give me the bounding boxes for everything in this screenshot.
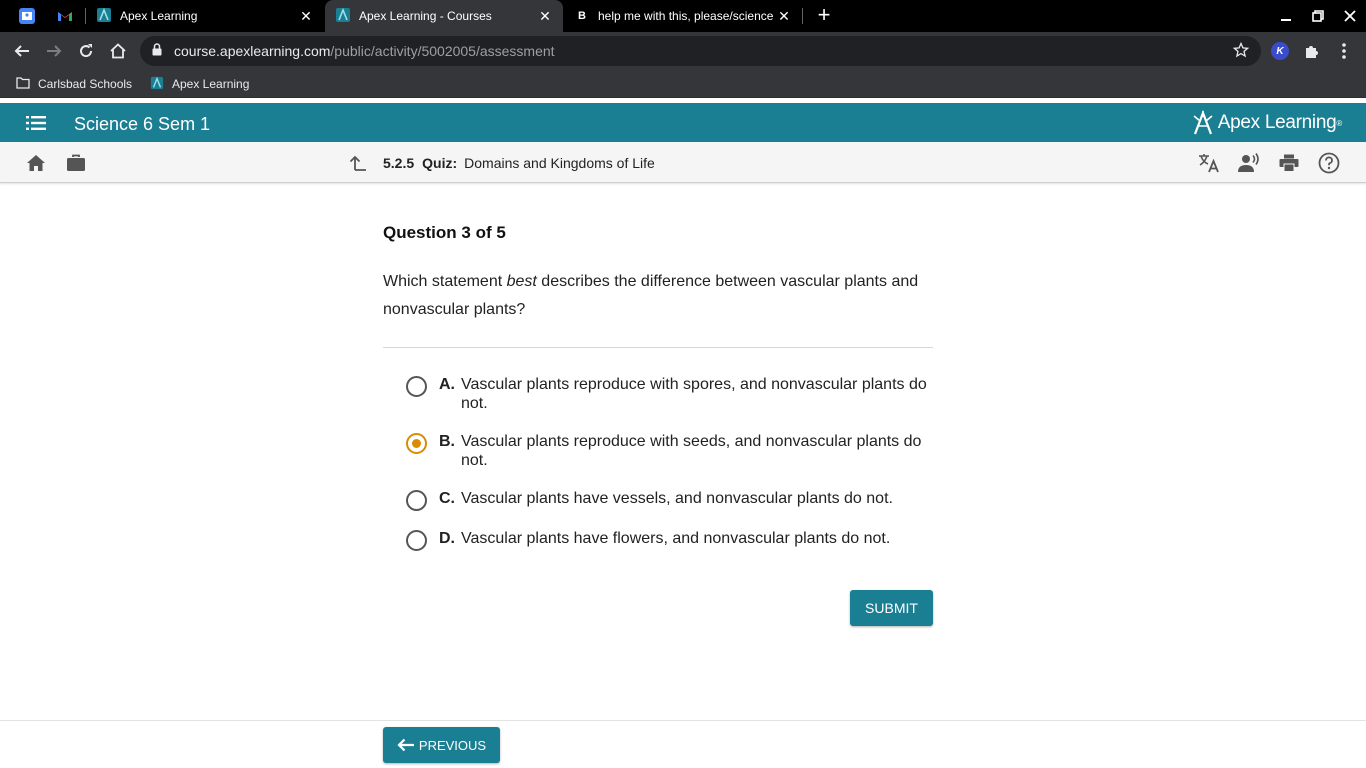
url-text: course.apexlearning.com/public/activity/… xyxy=(174,43,555,59)
tab-brainly[interactable]: B help me with this, please/science ✕ xyxy=(564,0,802,32)
print-icon[interactable] xyxy=(1278,152,1300,174)
course-menu-icon[interactable] xyxy=(26,116,46,130)
extension-k-label: K xyxy=(1271,42,1289,60)
choice-letter: B. xyxy=(439,433,455,450)
close-window-icon[interactable] xyxy=(1334,0,1366,32)
minimize-icon[interactable] xyxy=(1270,0,1302,32)
read-aloud-icon[interactable] xyxy=(1238,152,1260,174)
bookmark-carlsbad-schools[interactable]: Carlsbad Schools xyxy=(16,75,132,93)
choice-text: Vascular plants reproduce with seeds, an… xyxy=(461,433,922,469)
back-icon[interactable] xyxy=(8,37,36,65)
apex-favicon xyxy=(335,7,351,26)
help-icon[interactable] xyxy=(1318,152,1340,174)
apex-favicon xyxy=(96,7,112,26)
brand-mark: ® xyxy=(1336,118,1342,128)
choice-letter: A. xyxy=(439,376,455,393)
pinned-tab-classroom[interactable] xyxy=(8,0,46,32)
activity-name: Domains and Kingdoms of Life xyxy=(464,155,655,171)
choice-text: Vascular plants have flowers, and nonvas… xyxy=(461,530,891,547)
choice-letter: C. xyxy=(439,490,455,507)
choice-text: Vascular plants reproduce with spores, a… xyxy=(461,376,927,412)
lock-icon[interactable] xyxy=(152,43,162,61)
answer-choice-c[interactable]: C. Vascular plants have vessels, and non… xyxy=(406,489,936,511)
previous-button[interactable]: PREVIOUS xyxy=(383,727,500,763)
forward-icon[interactable] xyxy=(40,37,68,65)
extensions-puzzle-icon[interactable] xyxy=(1300,39,1324,63)
new-tab-icon[interactable]: + xyxy=(812,4,836,28)
browser-tab-strip: Apex Learning ✕ Apex Learning - Courses … xyxy=(0,0,1366,32)
apex-logo-icon xyxy=(1193,110,1213,135)
tab-apex-learning[interactable]: Apex Learning ✕ xyxy=(86,0,324,32)
activity-toolbar: 5.2.5 Quiz: Domains and Kingdoms of Life xyxy=(0,142,1366,183)
answer-choice-d[interactable]: D. Vascular plants have flowers, and non… xyxy=(406,529,936,551)
up-level-icon[interactable] xyxy=(347,152,369,174)
bookmark-apex-learning[interactable]: Apex Learning xyxy=(150,75,249,93)
bookmark-label: Carlsbad Schools xyxy=(38,77,133,91)
submit-button[interactable]: SUBMIT xyxy=(850,590,933,626)
previous-label: PREVIOUS xyxy=(418,737,487,753)
question-emphasis: best xyxy=(506,273,537,290)
tab-title: Apex Learning xyxy=(120,9,198,23)
url-host: course.apexlearning.com xyxy=(174,43,331,59)
bookmark-star-icon[interactable] xyxy=(1232,41,1250,63)
pinned-tab-gmail[interactable] xyxy=(46,0,84,32)
close-tab-icon[interactable]: ✕ xyxy=(776,8,792,25)
choice-letter: D. xyxy=(439,530,455,547)
answer-choice-b[interactable]: B. Vascular plants reproduce with seeds,… xyxy=(406,432,936,470)
brainly-favicon: B xyxy=(578,10,586,22)
divider xyxy=(383,347,933,348)
activity-number: 5.2.5 xyxy=(383,155,415,171)
question-text: Which statement best describes the diffe… xyxy=(383,268,943,324)
home-icon[interactable] xyxy=(25,152,47,174)
google-classroom-icon xyxy=(19,8,35,24)
tab-apex-courses[interactable]: Apex Learning - Courses ✕ xyxy=(325,0,563,32)
home-icon[interactable] xyxy=(104,37,132,65)
radio-button[interactable] xyxy=(406,530,427,551)
question-counter: Question 3 of 5 xyxy=(383,223,506,242)
brand-name: Apex Learning xyxy=(1217,112,1337,133)
arrow-left-icon xyxy=(397,738,414,752)
question-text-part: Which statement xyxy=(383,273,507,290)
course-title: Science 6 Sem 1 xyxy=(74,114,211,134)
apex-learning-logo: Apex Learning ® xyxy=(1192,110,1342,136)
extension-k-icon[interactable]: K xyxy=(1268,39,1292,63)
translate-icon[interactable] xyxy=(1198,152,1220,174)
radio-button[interactable] xyxy=(406,376,427,397)
activity-kind: Quiz: xyxy=(422,155,458,171)
bookmarks-bar: Carlsbad Schools Apex Learning xyxy=(0,70,1366,98)
radio-button-selected[interactable] xyxy=(406,433,427,454)
course-header: Science 6 Sem 1 Apex Learning ® xyxy=(0,103,1366,142)
apex-favicon xyxy=(150,76,164,93)
reload-icon[interactable] xyxy=(72,37,100,65)
gmail-icon xyxy=(57,8,73,24)
tab-title: help me with this, please/science xyxy=(598,9,774,23)
footer-nav: PREVIOUS xyxy=(0,720,1366,768)
url-path: /public/activity/5002005/assessment xyxy=(330,43,555,59)
folder-icon xyxy=(16,76,30,92)
tab-title: Apex Learning - Courses xyxy=(359,9,492,23)
restore-icon[interactable] xyxy=(1302,0,1334,32)
bookmark-label: Apex Learning xyxy=(172,77,250,91)
address-bar[interactable]: course.apexlearning.com/public/activity/… xyxy=(140,36,1261,66)
browser-menu-icon[interactable] xyxy=(1332,39,1356,63)
browser-toolbar: course.apexlearning.com/public/activity/… xyxy=(0,32,1366,70)
briefcase-icon[interactable] xyxy=(65,152,87,174)
close-tab-icon[interactable]: ✕ xyxy=(537,8,553,25)
radio-button[interactable] xyxy=(406,490,427,511)
close-tab-icon[interactable]: ✕ xyxy=(298,8,314,25)
answer-choice-a[interactable]: A. Vascular plants reproduce with spores… xyxy=(406,375,936,413)
breadcrumb: 5.2.5 Quiz: Domains and Kingdoms of Life xyxy=(383,155,655,171)
choice-text: Vascular plants have vessels, and nonvas… xyxy=(461,490,893,507)
